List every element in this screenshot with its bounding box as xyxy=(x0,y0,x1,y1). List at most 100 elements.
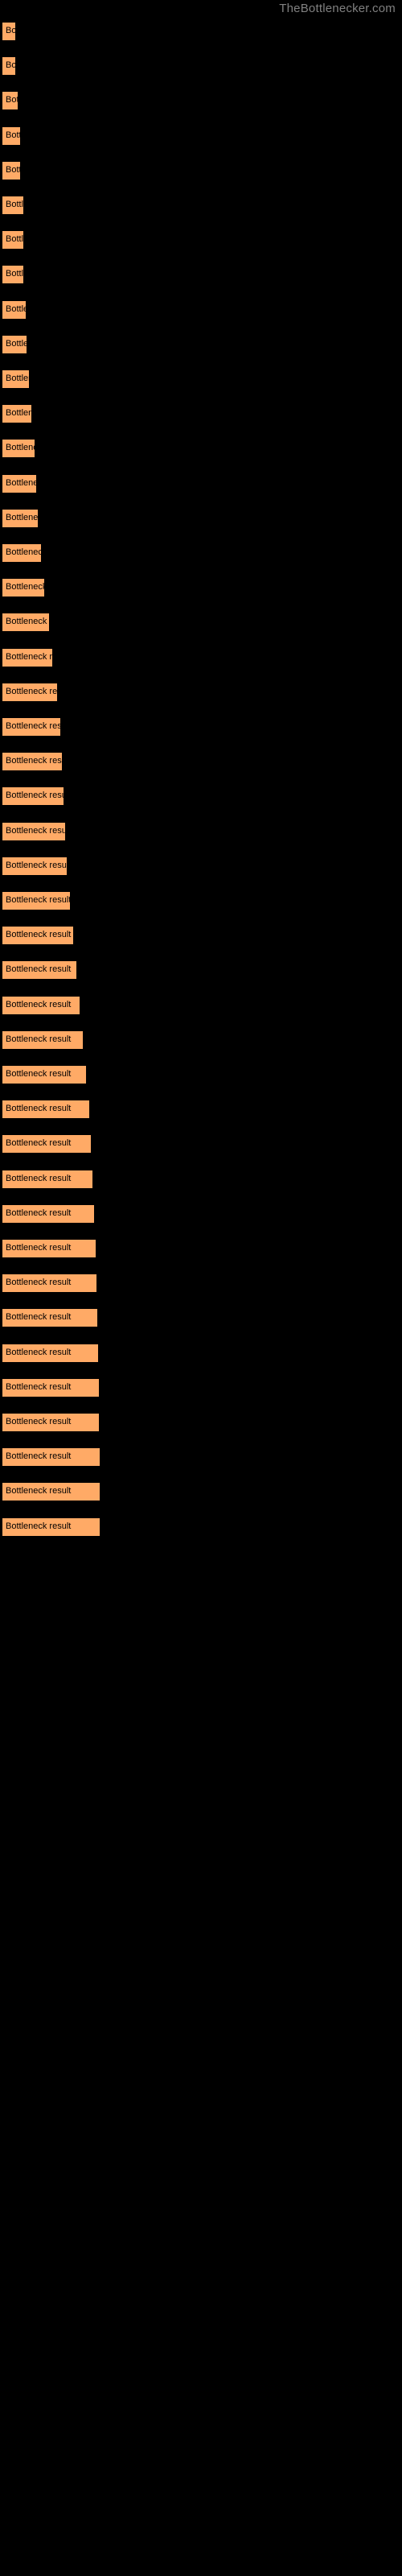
bar-row: Bottleneck result xyxy=(0,370,402,388)
bar-value-label: Bottleneck result xyxy=(6,1138,72,1148)
bar-value-label: Bottleneck result xyxy=(6,200,23,209)
bar[interactable]: Bottleneck result xyxy=(2,683,57,701)
bar-value-label: Bottleneck result xyxy=(6,1034,72,1044)
bar-row: Bottleneck result xyxy=(0,649,402,667)
bar[interactable]: Bottleneck result xyxy=(2,857,67,875)
bar[interactable]: Bottleneck result xyxy=(2,823,65,840)
bar[interactable]: Bottleneck result xyxy=(2,753,62,770)
bar-row: Bottleneck result xyxy=(0,336,402,353)
bar-row: Bottleneck result xyxy=(0,718,402,736)
bar[interactable]: Bottleneck result xyxy=(2,649,52,667)
bar[interactable]: Bottleneck result xyxy=(2,196,23,214)
bar-value-label: Bottleneck result xyxy=(6,60,15,70)
bar-value-label: Bottleneck result xyxy=(6,861,67,870)
bar-value-label: Bottleneck result xyxy=(6,547,41,557)
bar-value-label: Bottleneck result xyxy=(6,1104,72,1113)
bar-row: Bottleneck result xyxy=(0,405,402,423)
bar[interactable]: Bottleneck result xyxy=(2,127,20,145)
bar-value-label: Bottleneck result xyxy=(6,1382,72,1392)
bar-value-label: Bottleneck result xyxy=(6,26,15,35)
bar[interactable]: Bottleneck result xyxy=(2,231,23,249)
bar[interactable]: Bottleneck result xyxy=(2,1135,91,1153)
bar-row: Bottleneck result xyxy=(0,510,402,527)
bar-value-label: Bottleneck result xyxy=(6,513,38,522)
bar-row: Bottleneck result xyxy=(0,162,402,180)
bar[interactable]: Bottleneck result xyxy=(2,1414,99,1431)
bar-row: Bottleneck result xyxy=(0,475,402,493)
bar[interactable]: Bottleneck result xyxy=(2,162,20,180)
bar-value-label: Bottleneck result xyxy=(6,1174,72,1183)
bar-value-label: Bottleneck result xyxy=(6,721,60,731)
bar-row: Bottleneck result xyxy=(0,1414,402,1431)
bar-row: Bottleneck result xyxy=(0,301,402,319)
bar-value-label: Bottleneck result xyxy=(6,478,36,488)
bar[interactable]: Bottleneck result xyxy=(2,613,49,631)
bar[interactable]: Bottleneck result xyxy=(2,961,76,979)
bar[interactable]: Bottleneck result xyxy=(2,92,18,109)
bar[interactable]: Bottleneck result xyxy=(2,927,73,944)
bar[interactable]: Bottleneck result xyxy=(2,370,29,388)
bar[interactable]: Bottleneck result xyxy=(2,475,36,493)
bar[interactable]: Bottleneck result xyxy=(2,1379,99,1397)
bar-row: Bottleneck result xyxy=(0,1483,402,1501)
bar[interactable]: Bottleneck result xyxy=(2,1031,83,1049)
bar-row: Bottleneck result xyxy=(0,1240,402,1257)
bar[interactable]: Bottleneck result xyxy=(2,1100,89,1118)
bar-value-label: Bottleneck result xyxy=(6,1486,72,1496)
bar-row: Bottleneck result xyxy=(0,1031,402,1049)
bar-value-label: Bottleneck result xyxy=(6,652,52,662)
bar-value-label: Bottleneck result xyxy=(6,339,27,349)
bar[interactable]: Bottleneck result xyxy=(2,1309,97,1327)
bar-row: Bottleneck result xyxy=(0,961,402,979)
bar[interactable]: Bottleneck result xyxy=(2,510,38,527)
bar-value-label: Bottleneck result xyxy=(6,1451,72,1461)
bar-value-label: Bottleneck result xyxy=(6,826,65,836)
bar[interactable]: Bottleneck result xyxy=(2,1518,100,1536)
bar[interactable]: Bottleneck result xyxy=(2,1205,94,1223)
bar-row: Bottleneck result xyxy=(0,823,402,840)
bar-value-label: Bottleneck result xyxy=(6,1278,72,1287)
bar[interactable]: Bottleneck result xyxy=(2,579,44,597)
bar-row: Bottleneck result xyxy=(0,1135,402,1153)
bar-value-label: Bottleneck result xyxy=(6,130,20,140)
bar[interactable]: Bottleneck result xyxy=(2,301,26,319)
bar-value-label: Bottleneck result xyxy=(6,1417,72,1426)
bar-value-label: Bottleneck result xyxy=(6,1069,72,1079)
bar[interactable]: Bottleneck result xyxy=(2,266,23,283)
bar[interactable]: Bottleneck result xyxy=(2,892,70,910)
bar-row: Bottleneck result xyxy=(0,1344,402,1362)
bar[interactable]: Bottleneck result xyxy=(2,1344,98,1362)
bar-row: Bottleneck result xyxy=(0,683,402,701)
bar[interactable]: Bottleneck result xyxy=(2,544,41,562)
bar-value-label: Bottleneck result xyxy=(6,791,64,800)
bar[interactable]: Bottleneck result xyxy=(2,23,15,40)
bar-value-label: Bottleneck result xyxy=(6,234,23,244)
bar[interactable]: Bottleneck result xyxy=(2,1274,96,1292)
bar-value-label: Bottleneck result xyxy=(6,269,23,279)
bar[interactable]: Bottleneck result xyxy=(2,440,35,457)
bar-row: Bottleneck result xyxy=(0,231,402,249)
bar-row: Bottleneck result xyxy=(0,1170,402,1188)
bar-value-label: Bottleneck result xyxy=(6,1348,72,1357)
bar-value-label: Bottleneck result xyxy=(6,95,18,105)
bar[interactable]: Bottleneck result xyxy=(2,336,27,353)
bar-value-label: Bottleneck result xyxy=(6,165,20,175)
bar-value-label: Bottleneck result xyxy=(6,1208,72,1218)
bar[interactable]: Bottleneck result xyxy=(2,1448,100,1466)
bar[interactable]: Bottleneck result xyxy=(2,1170,92,1188)
bar-value-label: Bottleneck result xyxy=(6,930,72,939)
bar[interactable]: Bottleneck result xyxy=(2,997,80,1014)
bar[interactable]: Bottleneck result xyxy=(2,57,15,75)
bar[interactable]: Bottleneck result xyxy=(2,1240,96,1257)
bar[interactable]: Bottleneck result xyxy=(2,1483,100,1501)
bar-row: Bottleneck result xyxy=(0,892,402,910)
bar[interactable]: Bottleneck result xyxy=(2,718,60,736)
bar-value-label: Bottleneck result xyxy=(6,617,49,626)
bar[interactable]: Bottleneck result xyxy=(2,1066,86,1084)
bar[interactable]: Bottleneck result xyxy=(2,787,64,805)
bar-row: Bottleneck result xyxy=(0,787,402,805)
bar-value-label: Bottleneck result xyxy=(6,895,70,905)
bar[interactable]: Bottleneck result xyxy=(2,405,31,423)
bar-row: Bottleneck result xyxy=(0,753,402,770)
bar-row: Bottleneck result xyxy=(0,1205,402,1223)
